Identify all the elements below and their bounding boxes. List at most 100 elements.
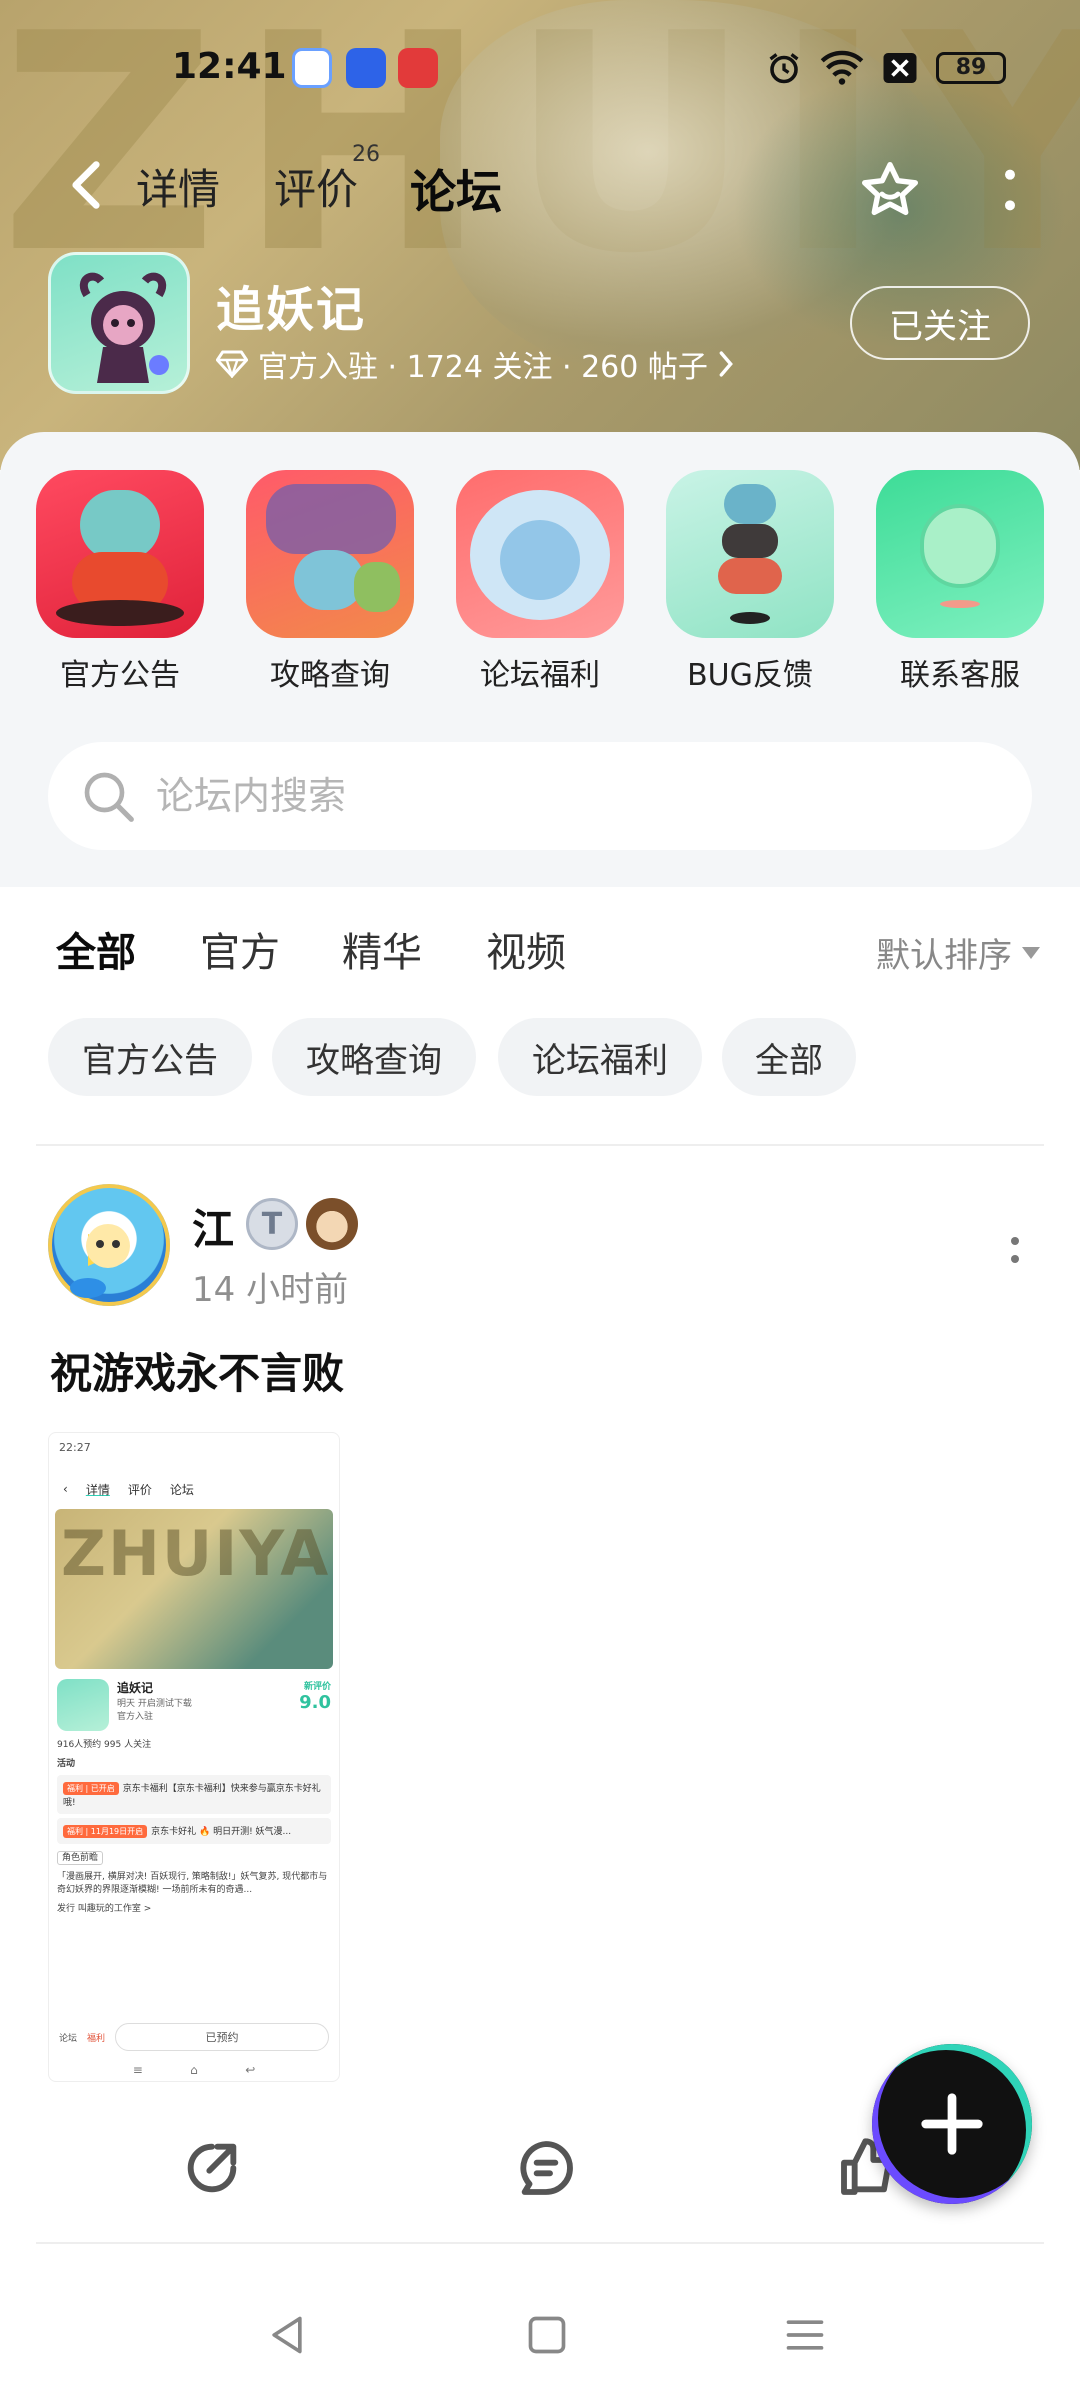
post-time: 14 小时前 (192, 1270, 349, 1310)
chevron-right-icon (719, 351, 733, 377)
shortcut-label: 官方公告 (60, 658, 180, 693)
shortcut-label: 攻略查询 (270, 658, 390, 693)
chip-guide-search[interactable]: 攻略查询 (272, 1018, 476, 1096)
customer-service-icon (876, 470, 1044, 638)
thumb-card: 福利 | 已开启 京东卡福利【京东卡福利】快来参与赢京东卡好礼哦! (57, 1775, 331, 1814)
status-time: 12:41 (172, 46, 287, 87)
avatar-image (70, 1224, 130, 1298)
more-vertical-icon (1005, 169, 1015, 211)
alarm-icon (769, 53, 799, 84)
thumb-status-time: 22:27 (59, 1441, 91, 1454)
divider (36, 2242, 1044, 2244)
thumb-banner: ZHUIYAO (55, 1509, 333, 1669)
filter-tab-featured[interactable]: 精华 (342, 920, 422, 978)
filter-tabs: 全部 官方 精华 视频 默认排序 (0, 910, 1080, 990)
thumb-back-icon: ‹ (63, 1482, 68, 1496)
tab-reviews[interactable]: 评价 (274, 156, 358, 217)
chip-all[interactable]: 全部 (722, 1018, 856, 1096)
thumb-game-row: 追妖记 明天 开启测试下载 官方入驻 新评价 9.0 (49, 1669, 339, 1731)
game-mascot-icon (79, 272, 169, 383)
tab-forum[interactable]: 论坛 (410, 156, 502, 224)
share-icon (187, 2143, 237, 2193)
tab-details[interactable]: 详情 (136, 156, 220, 217)
thumb-tab: 评价 (127, 1482, 152, 1497)
avatar[interactable] (44, 1180, 174, 1310)
divider (36, 1144, 1044, 1146)
game-title: 追妖记 (216, 282, 367, 338)
back-button[interactable] (56, 150, 116, 220)
user-level-badge-icon: T (246, 1198, 298, 1250)
post-image[interactable]: 22:27 ‹ 详情 评价 论坛 ZHUIYAO 追妖记 明天 开启测试下载 官… (48, 1432, 340, 2082)
favorite-button[interactable] (850, 150, 930, 230)
system-back-button[interactable] (252, 2300, 322, 2370)
forum-search[interactable] (48, 742, 1032, 850)
more-options-button[interactable] (980, 150, 1040, 230)
notification-app-icon (292, 48, 332, 88)
top-nav: 详情 评价 26 论坛 (0, 140, 1080, 230)
system-navigation-bar (0, 2290, 1080, 2380)
user-badge-icon (306, 1198, 358, 1250)
caret-down-icon (1022, 946, 1040, 959)
thumb-nav: ‹ 详情 评价 论坛 (49, 1469, 339, 1509)
menu-icon (786, 2320, 824, 2350)
benefits-icon (456, 470, 624, 638)
shortcut-bug-feedback[interactable]: BUG反馈 (665, 470, 835, 694)
thumb-card: 福利 | 11月19日开启 京东卡好礼 🔥 明日开测! 妖气漫... (57, 1818, 331, 1844)
shortcut-forum-benefits[interactable]: 论坛福利 (455, 470, 625, 694)
thumb-game-sub: 明天 开启测试下载 (117, 1699, 192, 1709)
thumb-stats: 916人预约 995 人关注 (57, 1740, 152, 1750)
filter-tab-all[interactable]: 全部 (56, 920, 136, 986)
signal-off-icon (883, 53, 917, 83)
game-meta[interactable]: 官方入驻 · 1724 关注 · 260 帖子 (216, 342, 734, 386)
square-home-icon (528, 2316, 566, 2354)
announcement-icon (36, 470, 204, 638)
share-button[interactable] (172, 2128, 252, 2208)
thumb-activity-label: 活动 (57, 1759, 76, 1769)
wifi-icon (820, 50, 864, 85)
game-icon[interactable] (48, 252, 190, 394)
comment-button[interactable] (506, 2128, 586, 2208)
notification-app-icon (346, 48, 386, 88)
thumb-reserved-button: 已预约 (115, 2023, 329, 2051)
filter-tab-official[interactable]: 官方 (200, 920, 280, 978)
reviews-count-badge: 26 (352, 142, 380, 167)
thumb-tab: 详情 (85, 1482, 110, 1497)
system-menu-button[interactable] (770, 2300, 840, 2370)
follow-button[interactable]: 已关注 (850, 286, 1030, 360)
thumb-score: 新评价 9.0 (299, 1682, 331, 1713)
comment-icon (520, 2141, 573, 2195)
thumb-official: 官方入驻 (117, 1712, 154, 1722)
shortcut-official-announcement[interactable]: 官方公告 (35, 470, 205, 694)
system-home-button[interactable] (512, 2300, 582, 2370)
thumb-tag: 角色前瞻 (57, 1850, 331, 1865)
diamond-icon (216, 350, 248, 378)
search-input[interactable] (156, 774, 956, 818)
sort-dropdown[interactable]: 默认排序 (876, 928, 1040, 977)
battery-icon: 89 (936, 52, 1006, 84)
chip-official-announcement[interactable]: 官方公告 (48, 1018, 252, 1096)
filter-tab-video[interactable]: 视频 (486, 920, 566, 978)
bug-icon (666, 470, 834, 638)
search-icon (84, 772, 134, 822)
game-meta-text: 官方入驻 · 1724 关注 · 260 帖子 (258, 350, 708, 385)
star-icon (862, 162, 918, 216)
sort-label: 默认排序 (876, 936, 1012, 976)
thumb-publisher: 发行 叫趣玩的工作室 > (57, 1904, 152, 1914)
guide-icon (246, 470, 414, 638)
shortcut-label: BUG反馈 (687, 658, 813, 693)
notification-app-icon (398, 48, 438, 88)
create-post-button[interactable] (872, 2044, 1032, 2204)
thumb-system-nav: ≡ ⌂ ↩ (132, 2063, 256, 2077)
chevron-left-icon (72, 161, 100, 209)
plus-icon (921, 2093, 983, 2155)
thumb-game-title: 追妖记 (117, 1681, 154, 1695)
post-more-button[interactable] (990, 1222, 1040, 1278)
shortcut-customer-service[interactable]: 联系客服 (875, 470, 1045, 694)
post-username[interactable]: 江 (192, 1196, 234, 1257)
thumb-desc: 「漫画展开, 横屏对决! 百妖现行, 策略制敌!」妖气复苏, 现代都市与奇幻妖界… (57, 1872, 328, 1895)
thumb-game-icon (57, 1679, 109, 1731)
chip-forum-benefits[interactable]: 论坛福利 (498, 1018, 702, 1096)
thumb-tab: 论坛 (169, 1482, 194, 1497)
thumb-bottom-bar: 论坛 福利 已预约 (49, 2023, 339, 2051)
shortcut-guide-search[interactable]: 攻略查询 (245, 470, 415, 694)
